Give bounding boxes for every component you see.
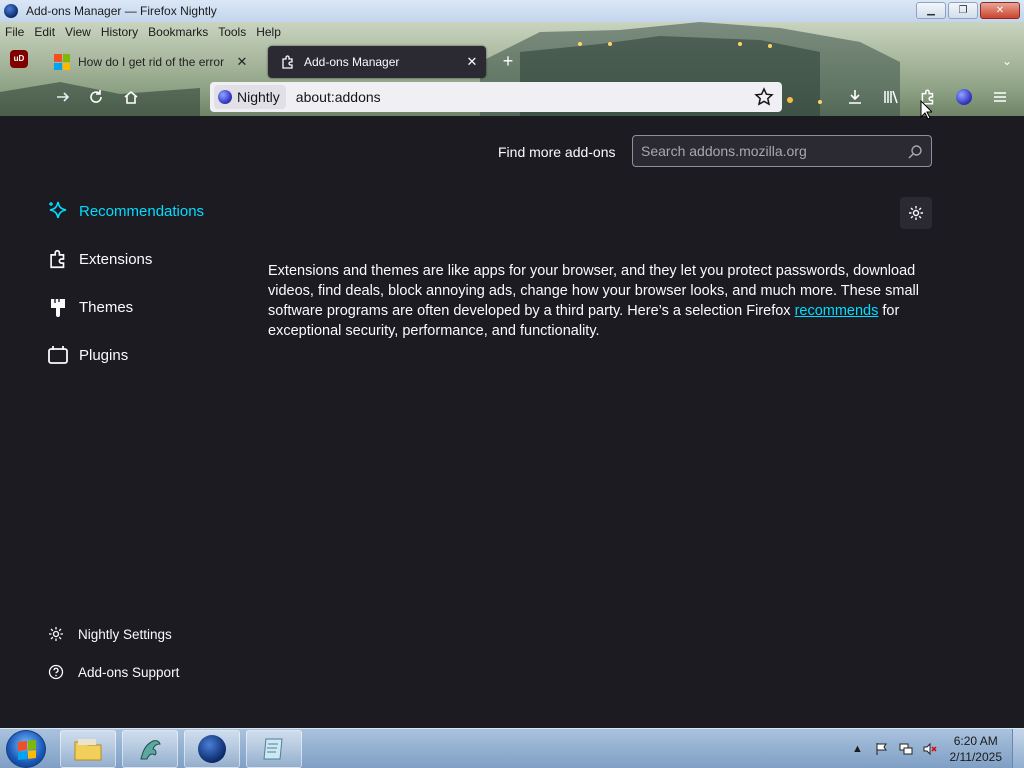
firefox-nightly-icon [198,735,226,763]
search-icon [908,145,922,159]
clock-time: 6:20 AM [953,734,998,748]
category-extensions[interactable]: Extensions [46,247,152,271]
browser-toolbox: File Edit View History Bookmarks Tools H… [0,22,1024,116]
ublock-origin-icon[interactable]: uD [10,50,28,68]
menu-history[interactable]: History [96,25,143,39]
addons-search-input[interactable] [641,143,891,159]
addons-support-link[interactable]: Add-ons Support [48,664,179,680]
tab-label: How do I get rid of the error [78,55,225,69]
sparkle-icon [46,199,70,223]
tab-close-icon[interactable]: ✕ [234,54,250,70]
footer-link-label: Nightly Settings [78,626,172,642]
tab-strip: uD How do I get rid of the error ✕ Add-o… [0,46,1024,78]
category-label: Extensions [79,250,153,268]
dragon-icon [140,740,161,760]
menu-edit[interactable]: Edit [29,25,60,39]
category-recommendations[interactable]: Recommendations [46,199,204,223]
notepad-icon [263,738,283,760]
folder-icon [74,739,102,761]
plugin-icon [46,343,70,367]
menu-tools[interactable]: Tools [213,25,251,39]
tools-for-all-addons-button[interactable] [900,197,932,229]
library-icon[interactable] [880,86,902,108]
windows-taskbar: ▲ 6:20 AM 2/11/2025 [0,728,1024,768]
home-icon[interactable] [120,86,142,108]
show-desktop-button[interactable] [1012,729,1024,768]
addons-search-box[interactable] [632,135,932,167]
microsoft-logo-icon [54,54,70,70]
reload-icon[interactable] [85,86,107,108]
tab-close-icon[interactable]: ✕ [464,54,480,70]
firefox-nightly-icon [4,4,18,18]
hamburger-menu-icon[interactable] [989,86,1011,108]
footer-link-label: Add-ons Support [78,664,180,680]
category-label: Themes [79,298,134,316]
puzzle-piece-icon [46,247,70,271]
window-titlebar: Add-ons Manager — Firefox Nightly ▁ ❐ ✕ [0,0,1024,22]
window-title: Add-ons Manager — Firefox Nightly [26,4,217,18]
list-all-tabs-chevron-icon[interactable]: ⌄ [1002,54,1012,68]
window-controls: ▁ ❐ ✕ [916,2,1020,19]
category-plugins[interactable]: Plugins [46,343,128,367]
taskbar-clock[interactable]: 6:20 AM 2/11/2025 [950,733,1003,765]
gear-icon [48,626,64,642]
taskbar-firefox-nightly[interactable] [184,730,240,768]
close-window-button[interactable]: ✕ [980,2,1020,19]
firefox-account-icon[interactable] [953,86,975,108]
category-label: Plugins [79,346,129,364]
category-label: Recommendations [79,202,205,220]
taskbar-file-explorer[interactable] [60,730,116,768]
action-center-flag-icon[interactable] [874,741,890,757]
tab-addons-manager[interactable]: Add-ons Manager ✕ [268,46,486,78]
taskbar-dragon-app[interactable] [122,730,178,768]
network-icon[interactable] [898,741,914,757]
find-more-addons-label: Find more add-ons [498,144,616,160]
new-tab-button[interactable]: + [498,52,518,72]
help-circle-icon [48,664,64,680]
identity-box[interactable]: Nightly [214,85,286,109]
clock-date: 2/11/2025 [949,750,1003,764]
identity-label: Nightly [237,89,280,105]
recommends-link[interactable]: recommends [795,303,879,319]
menu-bookmarks[interactable]: Bookmarks [143,25,213,39]
menu-help[interactable]: Help [251,25,286,39]
puzzle-piece-icon [282,55,293,69]
url-bar[interactable]: Nightly about:addons [210,82,782,112]
taskbar-notepad[interactable] [246,730,302,768]
volume-muted-icon[interactable] [922,741,938,757]
system-tray: ▲ 6:20 AM 2/11/2025 [846,729,1024,768]
tab-label: Add-ons Manager [304,55,400,69]
recommendations-intro-text: Extensions and themes are like apps for … [268,261,936,341]
navigation-toolbar: Nightly about:addons [0,80,1024,114]
minimize-button[interactable]: ▁ [916,2,946,19]
tab-how-do-i-get-rid[interactable]: How do I get rid of the error ✕ [46,46,256,78]
paintbrush-icon [46,295,70,319]
gear-icon [909,206,923,220]
nightly-logo-icon [218,90,232,104]
menu-file[interactable]: File [0,25,29,39]
bookmark-star-icon[interactable] [754,87,774,107]
menu-view[interactable]: View [60,25,96,39]
addons-manager-page: Find more add-ons Recommendations Extens… [0,116,1024,728]
url-text[interactable]: about:addons [296,89,381,105]
start-button[interactable] [6,730,46,768]
mouse-cursor-icon [920,100,932,120]
maximize-button[interactable]: ❐ [948,2,978,19]
menubar: File Edit View History Bookmarks Tools H… [0,22,286,42]
show-hidden-icons-arrow-icon[interactable]: ▲ [850,741,866,757]
category-themes[interactable]: Themes [46,295,133,319]
forward-arrow-icon[interactable] [52,86,74,108]
downloads-icon[interactable] [844,86,866,108]
windows-logo-icon [18,740,36,760]
nightly-settings-link[interactable]: Nightly Settings [48,626,172,642]
